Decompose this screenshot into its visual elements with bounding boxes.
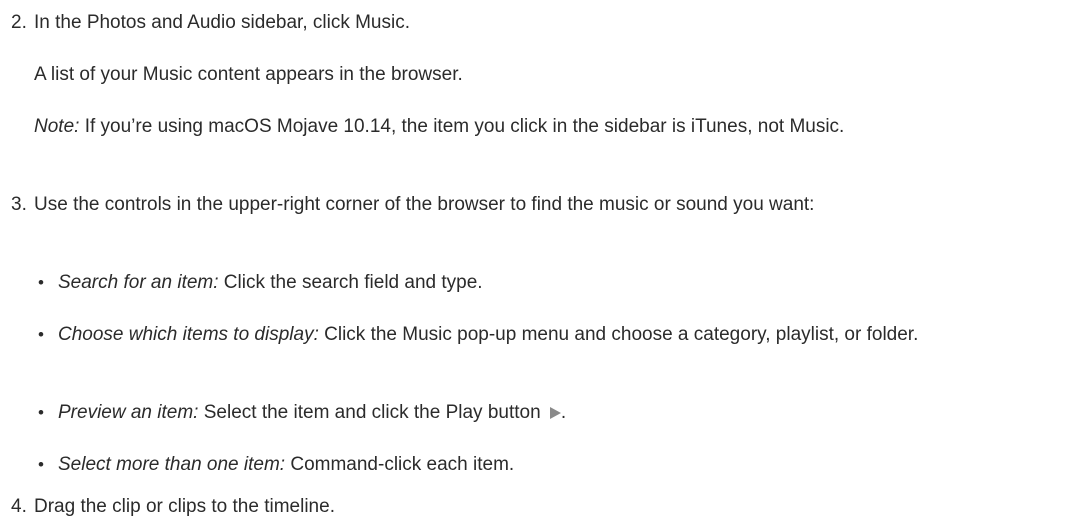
step-3: 3. Use the controls in the upper-right c… [0,192,1091,218]
step-2: 2. In the Photos and Audio sidebar, clic… [0,10,1091,36]
bullet-label: Preview an item: [58,402,199,423]
step-text: In the Photos and Audio sidebar, click M… [34,12,410,33]
step-number: 3. [11,194,27,215]
step-4: 4. Drag the clip or clips to the timelin… [0,494,1091,520]
note-text: If you’re using macOS Mojave 10.14, the … [79,116,845,137]
bullet-glyph: • [38,325,44,344]
bullet-text: Click the Music pop-up menu and choose a… [318,324,919,345]
step-number: 2. [11,12,27,33]
list-item: • Search for an item: Click the search f… [38,270,1091,296]
note-label: Note: [34,116,80,137]
result-text: A list of your Music content appears in … [34,64,463,85]
bullet-glyph: • [38,403,44,422]
bullet-text: Select the item and click the Play butto… [198,402,546,423]
document: 2. In the Photos and Audio sidebar, clic… [0,0,1091,520]
bullet-label: Search for an item: [58,272,219,293]
list-item: • Select more than one item: Command-cli… [38,452,1091,478]
bullet-text: Click the search field and type. [218,272,483,293]
bullet-glyph: • [38,273,44,292]
bullet-suffix: . [560,402,567,423]
step-3-bullet-list: • Choose which items to display: Click t… [0,322,1091,348]
bullet-glyph: • [38,455,44,474]
step-2-result: A list of your Music content appears in … [0,62,1091,88]
step-text: Drag the clip or clips to the timeline. [34,496,335,517]
bullet-label: Choose which items to display: [58,324,319,345]
step-3-bullet-list: • Select more than one item: Command-cli… [0,452,1091,478]
step-number: 4. [11,496,27,517]
step-3-bullet-list: • Preview an item: Select the item and c… [0,400,1091,426]
bullet-label: Select more than one item: [58,454,286,475]
list-item: • Choose which items to display: Click t… [38,322,1091,348]
step-3-bullet-list: • Search for an item: Click the search f… [0,270,1091,296]
play-icon [549,407,561,419]
bullet-text: Command-click each item. [285,454,515,475]
step-text: Use the controls in the upper-right corn… [34,194,815,215]
list-item: • Preview an item: Select the item and c… [38,400,1091,426]
step-2-note: Note: If you’re using macOS Mojave 10.14… [0,114,1074,140]
